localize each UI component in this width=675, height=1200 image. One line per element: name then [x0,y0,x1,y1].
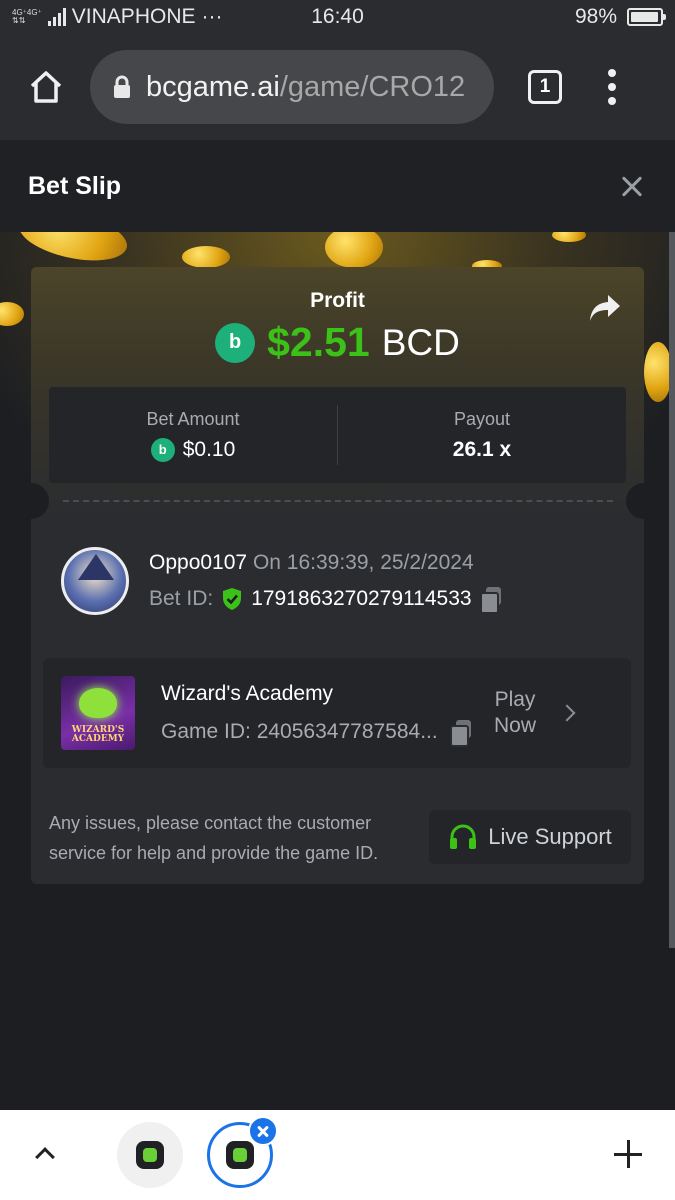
bet-slip-content: Profit b $2.51 BCD Bet Amount b $0.10 Pa… [0,232,675,1110]
close-icon[interactable] [617,171,647,201]
battery-icon [627,8,666,26]
tab-thumbnail[interactable] [117,1122,183,1188]
bet-slip-header: Bet Slip [0,140,675,232]
status-right: 98% [574,5,666,29]
game-id-label: Game ID: [161,720,251,743]
battery-percent: 98% [574,5,617,28]
battery-fill [631,12,659,22]
headset-icon [450,824,477,849]
status-bar: 4G⁺4G⁺ ⇅⇅ VINAPHONE ··· 16:40 98% [0,0,675,34]
url-path: /game/CRO12 [279,70,466,103]
bet-amount-value: $0.10 [182,437,236,461]
game-thumbnail-title: WIZARD'S ACADEMY [61,726,135,744]
bottom-tab-bar [0,1110,675,1200]
live-support-label: Live Support [488,824,612,849]
profit-label: Profit [310,289,365,312]
signal-icon [47,8,66,26]
payout-stat: Payout 26.1 x [338,387,626,483]
notification-dots: ··· [201,5,223,28]
help-text: Any issues, please contact the customer … [49,813,379,863]
payout-label: Payout [453,408,511,429]
bcd-coin-icon: b [150,437,175,462]
scrollbar[interactable] [669,232,675,948]
play-now-button[interactable]: Play Now [485,687,576,739]
profit-amount: $2.51 [267,319,370,365]
lock-icon [114,75,130,98]
game-id-value: 24056347787584... [256,720,438,743]
coin-decoration [182,246,230,268]
copy-icon[interactable] [479,587,502,614]
more-vert-icon[interactable] [608,69,616,105]
home-icon [30,71,62,103]
home-button[interactable] [20,61,72,113]
ticket-notch-right [626,483,662,519]
bet-card: Profit b $2.51 BCD Bet Amount b $0.10 Pa… [13,267,662,884]
bet-timestamp: On 16:39:39, 25/2/2024 [252,551,474,574]
carrier-name: VINAPHONE [71,5,196,28]
live-support-button[interactable]: Live Support [429,810,631,864]
bet-amount-label: Bet Amount [146,408,240,429]
chevron-right-icon [558,704,576,722]
bet-id-value: 1791863270279114533 [251,587,472,610]
plus-icon[interactable] [614,1140,644,1170]
game-name: Wizard's Academy [161,682,334,705]
cauldron-image [79,688,117,718]
thumb-title-line2: ACADEMY [71,734,125,744]
tabs-button[interactable]: 1 [528,70,562,104]
bet-id-label: Bet ID: [149,587,214,610]
network-type-bottom: ⇅⇅ [12,16,26,25]
game-thumbnail[interactable]: WIZARD'S ACADEMY [61,676,135,750]
game-id-line: Game ID: 24056347787584... [161,720,472,747]
game-box[interactable]: WIZARD'S ACADEMY Wizard's Academy Game I… [43,658,631,768]
play-now-label: Play Now [493,688,536,737]
bet-amount-value-row: b $0.10 [150,437,236,462]
url-bar[interactable]: bcgame.ai/game/CRO12 [90,50,494,124]
bc-app-icon [226,1141,254,1169]
network-type-icon: 4G⁺4G⁺ ⇅⇅ [12,9,42,25]
bet-stats: Bet Amount b $0.10 Payout 26.1 x [49,387,626,483]
game-info: Wizard's Academy Game ID: 24056347787584… [161,682,472,747]
profit-currency: BCD [381,321,460,363]
username[interactable]: Oppo0107 [149,551,247,574]
browser-toolbar: bcgame.ai/game/CRO12 1 [0,34,675,140]
close-tab-icon[interactable] [248,1116,278,1146]
bet-amount-stat: Bet Amount b $0.10 [49,387,337,483]
ticket-divider [63,500,613,502]
user-row: Oppo0107 On 16:39:39, 25/2/2024 Bet ID: … [61,547,502,615]
coin-decoration [644,342,672,402]
bc-app-icon [136,1141,164,1169]
profit-row: b $2.51 BCD [31,319,644,366]
chevron-up-icon[interactable] [35,1147,55,1167]
user-line: Oppo0107 On 16:39:39, 25/2/2024 [149,551,502,575]
user-info: Oppo0107 On 16:39:39, 25/2/2024 Bet ID: … [149,551,502,614]
bcd-coin-icon: b [215,322,256,363]
bcd-coin-letter: b [158,442,167,457]
avatar[interactable] [61,547,129,615]
bet-id-line: Bet ID: 1791863270279114533 [149,587,502,614]
page-title: Bet Slip [28,171,122,200]
tab-count: 1 [539,76,551,97]
payout-value: 26.1 x [452,437,512,461]
url-domain: bcgame.ai [146,70,280,103]
ticket-notch-left [13,483,49,519]
status-left: 4G⁺4G⁺ ⇅⇅ VINAPHONE ··· [12,5,575,29]
copy-icon[interactable] [449,720,472,747]
bcd-coin-letter: b [229,331,242,353]
verified-shield-icon [223,588,242,610]
